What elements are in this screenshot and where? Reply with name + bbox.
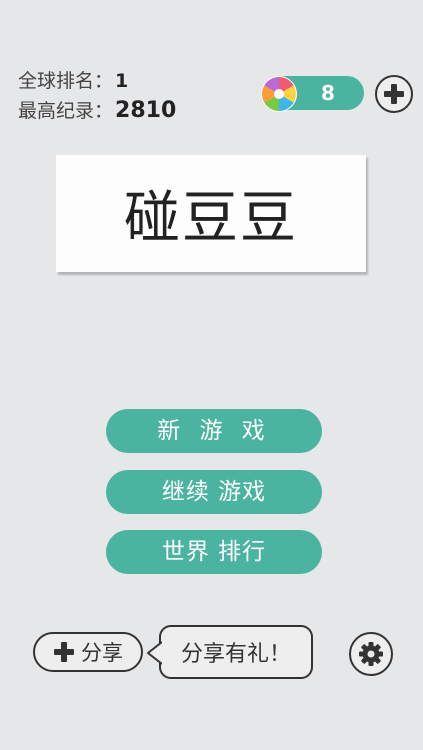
global-rank-row: 全球排名： 1 xyxy=(18,66,176,96)
global-rank-label: 全球排名： xyxy=(18,70,114,92)
game-title: 碰豆豆 xyxy=(124,186,298,251)
share-button-label: 分享 xyxy=(81,641,123,665)
game-title-card: 碰豆豆 xyxy=(56,155,366,272)
share-button[interactable]: 分享 xyxy=(33,632,143,672)
add-coins-button[interactable] xyxy=(375,75,413,113)
player-stats: 全球排名： 1 最高纪录：2810 xyxy=(18,66,176,126)
best-record-label: 最高纪录： xyxy=(18,100,114,122)
settings-button[interactable] xyxy=(349,632,393,676)
new-game-button[interactable]: 新 游 戏 xyxy=(106,409,322,453)
global-rank-value: 1 xyxy=(115,70,129,92)
share-reward-text: 分享有礼！ xyxy=(180,642,291,667)
coin-count: 8 xyxy=(321,81,335,105)
gear-icon xyxy=(359,642,383,666)
share-reward-bubble: 分享有礼！ xyxy=(159,625,313,679)
world-rank-button[interactable]: 世界 排行 xyxy=(106,530,322,574)
plus-icon xyxy=(384,84,404,104)
best-record-value: 2810 xyxy=(115,98,177,123)
continue-game-button[interactable]: 继续 游戏 xyxy=(106,470,322,514)
best-record-row: 最高纪录：2810 xyxy=(18,96,176,126)
plus-icon xyxy=(54,642,74,662)
speech-bubble-tail xyxy=(147,641,162,665)
pinwheel-candy-icon xyxy=(261,76,297,112)
